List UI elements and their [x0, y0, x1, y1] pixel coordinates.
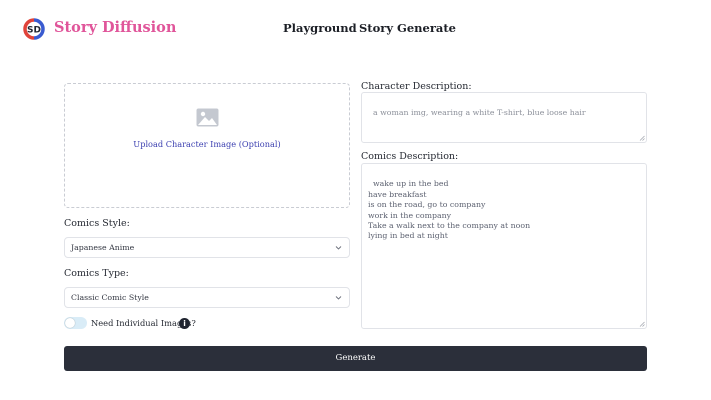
toggle-knob	[65, 318, 75, 328]
info-icon[interactable]: i	[179, 318, 190, 329]
chevron-down-icon	[335, 246, 342, 250]
story-diffusion-logo-icon[interactable]: SD	[22, 17, 46, 41]
comics-style-value: Japanese Anime	[71, 243, 135, 252]
resize-handle-icon[interactable]	[639, 321, 645, 327]
generate-button[interactable]: Generate	[64, 346, 647, 371]
individual-images-toggle[interactable]	[64, 317, 87, 329]
nav-story-generate[interactable]: Story Generate	[359, 21, 456, 35]
comics-type-label: Comics Type:	[64, 268, 129, 279]
character-description-field[interactable]: a woman img, wearing a white T-shirt, bl…	[361, 92, 647, 143]
image-placeholder-icon	[196, 108, 219, 127]
comics-style-select[interactable]: Japanese Anime	[64, 237, 350, 258]
comics-style-label: Comics Style:	[64, 218, 130, 229]
comics-type-value: Classic Comic Style	[71, 293, 149, 302]
chevron-down-icon	[335, 296, 342, 300]
nav-playground[interactable]: Playground	[283, 21, 357, 35]
comics-description-text: wake up in the bed have breakfast is on …	[368, 179, 531, 241]
comics-description-label: Comics Description:	[361, 151, 459, 162]
top-header: SD Story Diffusion Playground Story Gene…	[0, 0, 711, 58]
comics-type-select[interactable]: Classic Comic Style	[64, 287, 350, 308]
svg-text:SD: SD	[27, 26, 41, 36]
resize-handle-icon[interactable]	[639, 135, 645, 141]
character-image-upload[interactable]: Upload Character Image (Optional)	[64, 83, 350, 208]
character-description-placeholder: a woman img, wearing a white T-shirt, bl…	[372, 108, 586, 118]
upload-label[interactable]: Upload Character Image (Optional)	[65, 139, 349, 149]
brand-title[interactable]: Story Diffusion	[54, 19, 176, 36]
comics-description-field[interactable]: wake up in the bed have breakfast is on …	[361, 163, 647, 329]
character-description-label: Character Description:	[361, 81, 472, 92]
